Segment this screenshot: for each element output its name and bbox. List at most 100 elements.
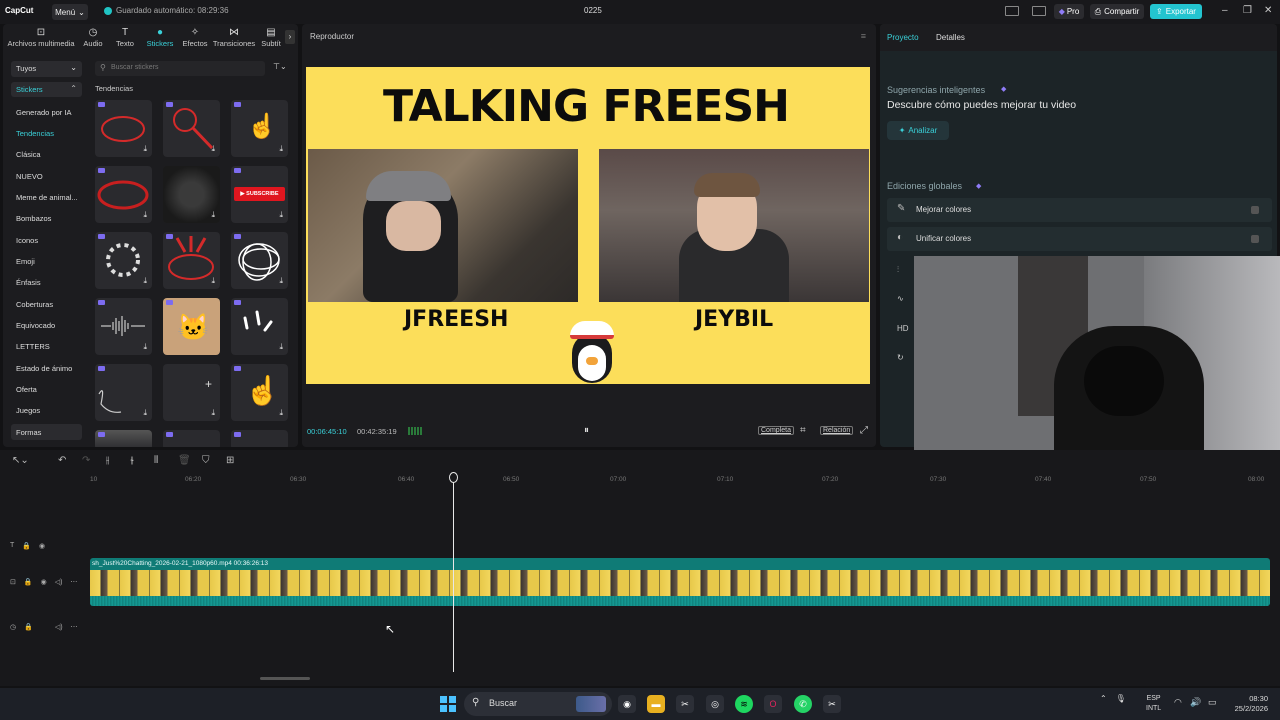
video-clip[interactable]: sh_Just%20Chatting_2026-02-21_1080p60.mp… — [90, 558, 1270, 606]
category-item[interactable]: Juegos — [11, 402, 85, 418]
eye-icon[interactable]: ◉ — [41, 578, 47, 586]
battery-icon[interactable]: ▭ — [1208, 697, 1217, 708]
obs-app-icon[interactable]: ◎ — [706, 695, 724, 713]
sticker-search-input[interactable]: ⚲ Buscar stickers — [95, 61, 265, 76]
download-icon[interactable]: ⤓ — [279, 342, 283, 352]
sticker-speed-lines[interactable]: ⤓ — [163, 166, 220, 223]
spotify-icon[interactable]: ≋ — [735, 695, 753, 713]
category-item[interactable]: Tendencias — [11, 125, 85, 141]
adjust-icon[interactable]: ⫶ — [897, 265, 899, 275]
sticker-waveform[interactable]: ⤓ — [95, 298, 152, 355]
menu-button[interactable]: Menú ⌄ — [52, 4, 88, 20]
fullscreen-icon[interactable]: ⤢ — [860, 425, 868, 436]
category-item[interactable]: Iconos — [11, 232, 85, 248]
enhance-colors-row[interactable]: ✎ Mejorar colores — [887, 198, 1272, 222]
download-icon[interactable]: ⤓ — [211, 144, 215, 154]
hamburger-icon[interactable]: ≡ — [861, 31, 866, 41]
tab-details[interactable]: Detalles — [936, 33, 965, 42]
chevron-right-icon[interactable]: › — [285, 30, 295, 44]
language-indicator[interactable]: ESP INTL — [1146, 694, 1161, 714]
category-stickers[interactable]: Stickers ⌃ — [11, 82, 82, 97]
unify-colors-row[interactable]: ◐ Unificar colores — [887, 227, 1272, 251]
time-ruler[interactable]: 10 06:20 06:30 06:40 06:50 07:00 07:10 0… — [90, 472, 1280, 486]
download-icon[interactable]: ⤓ — [143, 144, 147, 154]
tab-audio[interactable]: ◷ Audio — [81, 27, 105, 48]
sticker-scribble[interactable]: ⤓ — [231, 232, 288, 289]
category-item[interactable]: Énfasis — [11, 274, 85, 290]
more-icon[interactable]: ⋯ — [70, 578, 77, 586]
download-icon[interactable]: ⤓ — [279, 144, 283, 154]
tab-text[interactable]: T Texto — [113, 27, 137, 48]
opera-icon[interactable]: O — [764, 695, 782, 713]
category-item[interactable]: LETTERS — [11, 338, 85, 354]
download-icon[interactable]: ⤓ — [143, 210, 147, 220]
lock-icon[interactable]: 🔒 — [24, 623, 33, 631]
source-dropdown[interactable]: Tuyos ⌄ — [11, 61, 82, 77]
sticker-red-line[interactable] — [231, 430, 288, 447]
eye-icon[interactable]: ◉ — [39, 542, 45, 550]
sticker-red-oval[interactable]: ⤓ — [95, 100, 152, 157]
sticker-red-burst[interactable]: ⤓ — [163, 232, 220, 289]
sticker-light[interactable] — [95, 430, 152, 447]
sticker-red-circle[interactable]: ⤓ — [95, 166, 152, 223]
crop-icon[interactable]: ⊞ — [226, 455, 234, 466]
category-item[interactable]: Formas — [11, 424, 82, 440]
download-icon[interactable]: ⤓ — [211, 408, 215, 418]
sticker-item[interactable] — [163, 430, 220, 447]
split-right-icon[interactable]: ⫴ — [154, 455, 158, 466]
split-icon[interactable]: ⫲ — [106, 455, 109, 466]
aspect-ratio-button[interactable]: Relación — [820, 426, 854, 435]
windows-start-icon[interactable] — [440, 696, 456, 712]
capcut-active-icon[interactable]: ✂ — [823, 695, 841, 713]
minimize-icon[interactable]: – — [1222, 5, 1228, 16]
screenshot-icon[interactable]: ⌗ — [800, 425, 806, 436]
category-item[interactable]: Estado de ánimo — [11, 360, 85, 376]
split-left-icon[interactable]: ⫳ — [130, 455, 134, 466]
playhead[interactable] — [453, 472, 454, 672]
sticker-sparkle[interactable]: + ⤓ — [163, 364, 220, 421]
capcut-app-icon[interactable]: ✂ — [676, 695, 694, 713]
full-quality-button[interactable]: Completa — [758, 426, 794, 435]
shortcuts-icon[interactable] — [1032, 6, 1046, 16]
category-item[interactable]: Bombazos — [11, 210, 85, 226]
category-item[interactable]: Clásica — [11, 146, 85, 162]
analyze-button[interactable]: ✦ Analizar — [887, 121, 949, 140]
category-item[interactable]: Oferta — [11, 381, 85, 397]
refresh-icon[interactable]: ↻ — [897, 353, 904, 362]
tab-stickers[interactable]: ● Stickers — [144, 27, 176, 48]
filter-icon[interactable]: ⊤⌄ — [273, 62, 287, 71]
audio-wave-icon[interactable]: ∿ — [897, 294, 904, 303]
download-icon[interactable]: ⤓ — [143, 342, 147, 352]
enhance-colors-toggle[interactable] — [1251, 206, 1259, 214]
sticker-subscribe[interactable]: ▶ SUBSCRIBE ⤓ — [231, 166, 288, 223]
download-icon[interactable]: ⤓ — [279, 276, 283, 286]
category-item[interactable]: Equivocado — [11, 317, 85, 333]
export-button[interactable]: ⇪ Exportar — [1150, 4, 1202, 19]
category-item[interactable]: Meme de animal... — [11, 189, 85, 205]
category-item[interactable]: Coberturas — [11, 296, 85, 312]
hd-label[interactable]: HD — [897, 324, 909, 333]
download-icon[interactable]: ⤓ — [279, 210, 283, 220]
speaker-icon[interactable]: ◁) — [55, 578, 63, 586]
location-app-icon[interactable]: ◉ — [618, 695, 636, 713]
sticker-ornament[interactable]: ⤓ — [95, 364, 152, 421]
file-explorer-icon[interactable]: ▬ — [647, 695, 665, 713]
sticker-hand-click[interactable]: ☝ ⤓ — [231, 364, 288, 421]
download-icon[interactable]: ⤓ — [279, 408, 283, 418]
category-item[interactable]: Emoji — [11, 253, 85, 269]
close-icon[interactable]: ✕ — [1264, 5, 1272, 16]
volume-icon[interactable]: 🔊 — [1190, 697, 1201, 708]
tab-effects[interactable]: ✧ Efectos — [180, 27, 210, 48]
tab-subtitles[interactable]: ▤ Subtít — [258, 27, 284, 48]
wifi-icon[interactable]: ◠ — [1174, 697, 1182, 708]
download-icon[interactable]: ⤓ — [143, 276, 147, 286]
sticker-loading[interactable]: ⤓ — [95, 232, 152, 289]
more-icon[interactable]: ⋯ — [71, 623, 78, 631]
whatsapp-icon[interactable]: ✆ — [794, 695, 812, 713]
sticker-cat-meme[interactable]: 🐱 — [163, 298, 220, 355]
tab-media[interactable]: ⊡ Archivos multimedia — [7, 27, 75, 48]
video-preview[interactable]: TALKING FREESH JFREESH JEYBIL — [306, 67, 870, 384]
sticker-magnifier[interactable]: ⤓ — [163, 100, 220, 157]
select-cursor-icon[interactable]: ↖⌄ — [12, 455, 29, 466]
marker-icon[interactable]: ⛉ — [202, 455, 210, 466]
